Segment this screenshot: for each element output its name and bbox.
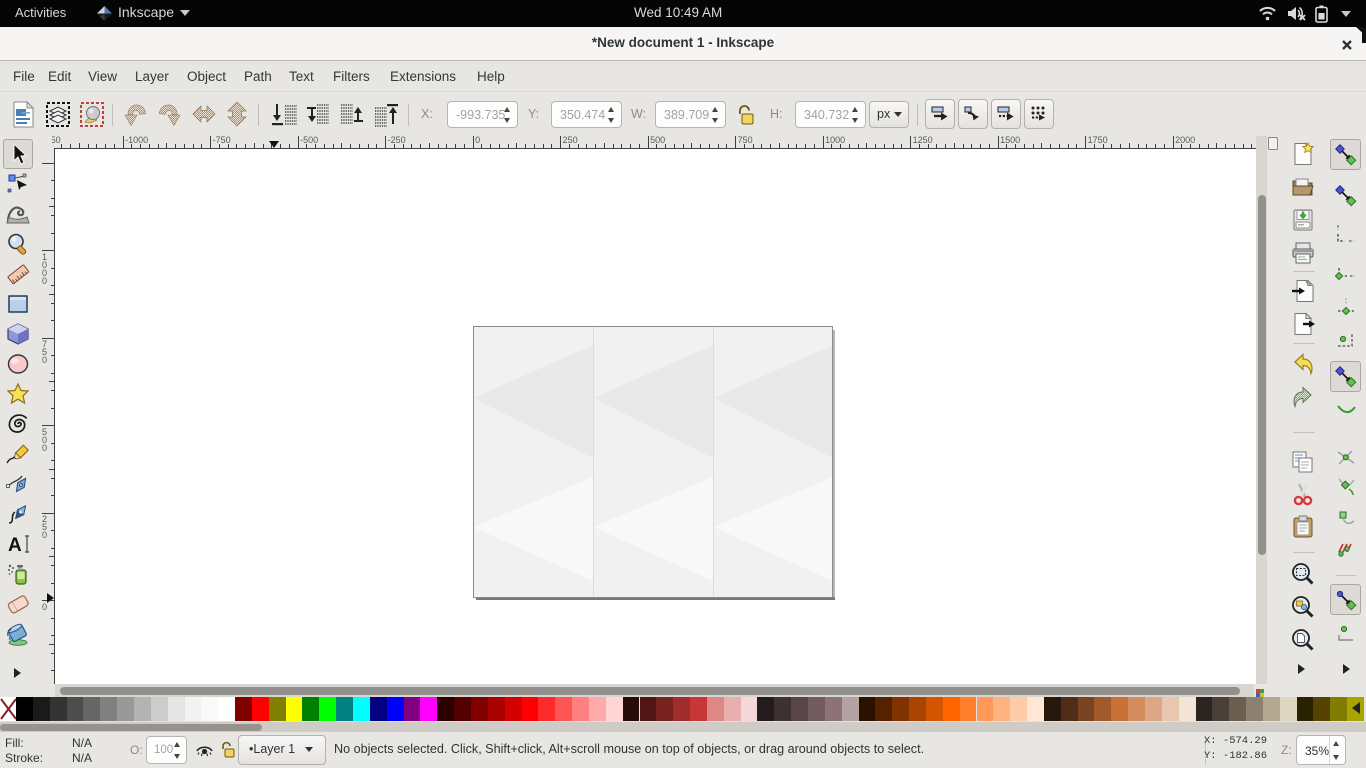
svg-text:A: A	[8, 535, 22, 556]
